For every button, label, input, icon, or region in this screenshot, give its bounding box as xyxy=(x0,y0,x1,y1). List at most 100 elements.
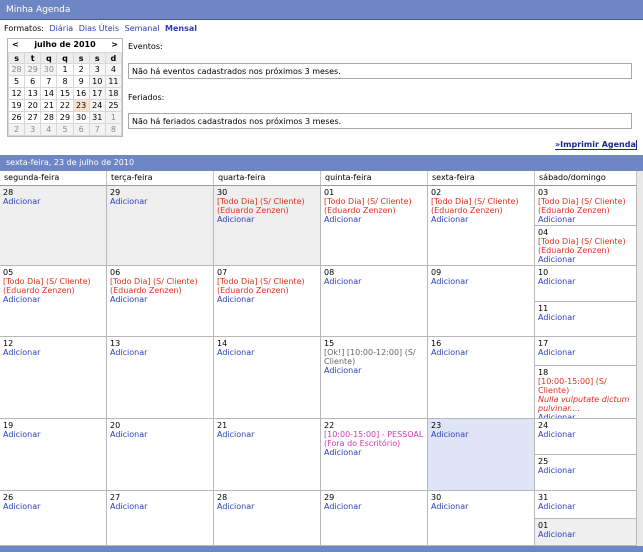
mini-day[interactable]: 7 xyxy=(40,75,58,88)
add-event-link[interactable]: Adicionar xyxy=(538,466,633,475)
mini-day[interactable]: 5 xyxy=(56,123,74,136)
add-event-link[interactable]: Adicionar xyxy=(110,430,210,439)
add-event-link[interactable]: Adicionar xyxy=(538,313,633,322)
add-event-link[interactable]: Adicionar xyxy=(3,197,103,206)
day-number: 30 xyxy=(431,493,442,502)
mini-day[interactable]: 14 xyxy=(40,87,58,100)
calendar-event[interactable]: [Todo Dia] (S/ Cliente) (Eduardo Zenzen) xyxy=(217,277,317,295)
mini-day[interactable]: 17 xyxy=(88,87,106,100)
mini-day[interactable]: 20 xyxy=(24,99,42,112)
calendar-event[interactable]: [Todo Dia] (S/ Cliente) (Eduardo Zenzen) xyxy=(3,277,103,295)
add-event-link[interactable]: Adicionar xyxy=(217,430,317,439)
print-agenda-link[interactable]: »Imprimir Agenda xyxy=(555,140,637,150)
mini-day[interactable]: 26 xyxy=(7,111,26,124)
add-event-link[interactable]: Adicionar xyxy=(324,448,424,457)
mini-day[interactable]: 7 xyxy=(88,123,106,136)
mini-day[interactable]: 2 xyxy=(72,63,90,76)
mini-day[interactable]: 1 xyxy=(56,63,74,76)
calendar-event[interactable]: [10:00-15:00] (S/ Cliente) xyxy=(538,377,607,395)
add-event-link[interactable]: Adicionar xyxy=(538,215,633,224)
mini-day[interactable]: 6 xyxy=(72,123,90,136)
add-event-link[interactable]: Adicionar xyxy=(431,215,531,224)
day-number: 10 xyxy=(538,268,549,277)
add-event-link[interactable]: Adicionar xyxy=(110,295,210,304)
add-event-link[interactable]: Adicionar xyxy=(538,430,633,439)
add-event-link[interactable]: Adicionar xyxy=(538,277,633,286)
mini-day[interactable]: 18 xyxy=(104,87,123,100)
mini-day[interactable]: 3 xyxy=(24,123,42,136)
add-event-link[interactable]: Adicionar xyxy=(110,502,210,511)
mini-day[interactable]: 6 xyxy=(24,75,42,88)
mini-day[interactable]: 16 xyxy=(72,87,90,100)
calendar-event[interactable]: [Todo Dia] (S/ Cliente) (Eduardo Zenzen) xyxy=(431,197,531,215)
formats-bar: Formatos: Diária Dias Úteis Semanal Mens… xyxy=(4,24,197,33)
calendar-event[interactable]: Nulla vulputate dictum pulvinar.... xyxy=(538,395,633,413)
add-event-link[interactable]: Adicionar xyxy=(110,197,210,206)
mini-day[interactable]: 28 xyxy=(7,63,26,76)
mini-day[interactable]: 21 xyxy=(40,99,58,112)
format-weekdays-link[interactable]: Dias Úteis xyxy=(79,24,119,33)
mini-day[interactable]: 8 xyxy=(56,75,74,88)
mini-day[interactable]: 22 xyxy=(56,99,74,112)
add-event-link[interactable]: Adicionar xyxy=(217,348,317,357)
format-monthly-link[interactable]: Mensal xyxy=(165,24,197,33)
prev-month-button[interactable]: < xyxy=(12,40,19,51)
add-event-link[interactable]: Adicionar xyxy=(217,295,317,304)
calendar-event[interactable]: [10:00-15:00] - PESSOAL (Fora do Escritó… xyxy=(324,430,424,448)
mini-day[interactable]: 10 xyxy=(88,75,106,88)
add-event-link[interactable]: Adicionar xyxy=(538,348,633,357)
add-event-link[interactable]: Adicionar xyxy=(324,277,424,286)
mini-day[interactable]: 12 xyxy=(7,87,26,100)
mini-day[interactable]: 9 xyxy=(72,75,90,88)
mini-day[interactable]: 4 xyxy=(104,63,123,76)
next-month-button[interactable]: > xyxy=(111,40,118,51)
add-event-link[interactable]: Adicionar xyxy=(431,502,531,511)
add-event-link[interactable]: Adicionar xyxy=(538,255,633,264)
add-event-link[interactable]: Adicionar xyxy=(538,530,633,539)
add-event-link[interactable]: Adicionar xyxy=(324,502,424,511)
add-event-link[interactable]: Adicionar xyxy=(324,215,424,224)
calendar-event[interactable]: [Todo Dia] (S/ Cliente) (Eduardo Zenzen) xyxy=(217,197,317,215)
mini-day[interactable]: 29 xyxy=(24,63,42,76)
add-event-link[interactable]: Adicionar xyxy=(3,502,103,511)
scrollbar[interactable] xyxy=(637,171,643,546)
add-event-link[interactable]: Adicionar xyxy=(217,502,317,511)
add-event-link[interactable]: Adicionar xyxy=(3,295,103,304)
add-event-link[interactable]: Adicionar xyxy=(217,215,317,224)
mini-day[interactable]: 11 xyxy=(104,75,123,88)
format-daily-link[interactable]: Diária xyxy=(50,24,74,33)
mini-day[interactable]: 31 xyxy=(88,111,106,124)
format-weekly-link[interactable]: Semanal xyxy=(125,24,160,33)
calendar-event[interactable]: [Todo Dia] (S/ Cliente) (Eduardo Zenzen) xyxy=(538,237,633,255)
mini-day[interactable]: 24 xyxy=(88,99,106,112)
calendar-event[interactable]: [Todo Dia] (S/ Cliente) (Eduardo Zenzen) xyxy=(324,197,424,215)
mini-day[interactable]: 19 xyxy=(7,99,26,112)
mini-day[interactable]: 4 xyxy=(40,123,58,136)
dow-label: s xyxy=(7,52,26,64)
add-event-link[interactable]: Adicionar xyxy=(431,348,531,357)
calendar-event[interactable]: [Ok!] [10:00-12:00] (S/ Cliente) xyxy=(324,348,424,366)
mini-day[interactable]: 8 xyxy=(104,123,123,136)
calendar-event[interactable]: [Todo Dia] (S/ Cliente) (Eduardo Zenzen) xyxy=(538,197,633,215)
mini-day[interactable]: 28 xyxy=(40,111,58,124)
mini-day[interactable]: 13 xyxy=(24,87,42,100)
mini-day-selected[interactable]: 23 xyxy=(72,99,90,112)
mini-day[interactable]: 3 xyxy=(88,63,106,76)
add-event-link[interactable]: Adicionar xyxy=(110,348,210,357)
add-event-link[interactable]: Adicionar xyxy=(431,277,531,286)
mini-day[interactable]: 2 xyxy=(7,123,26,136)
mini-day[interactable]: 25 xyxy=(104,99,123,112)
mini-day[interactable]: 27 xyxy=(24,111,42,124)
mini-day[interactable]: 30 xyxy=(72,111,90,124)
mini-day[interactable]: 15 xyxy=(56,87,74,100)
add-event-link[interactable]: Adicionar xyxy=(538,502,633,511)
calendar-event[interactable]: [Todo Dia] (S/ Cliente) (Eduardo Zenzen) xyxy=(110,277,210,295)
add-event-link[interactable]: Adicionar xyxy=(324,366,424,375)
add-event-link[interactable]: Adicionar xyxy=(431,430,531,439)
mini-day[interactable]: 30 xyxy=(40,63,58,76)
mini-day[interactable]: 1 xyxy=(104,111,123,124)
add-event-link[interactable]: Adicionar xyxy=(3,348,103,357)
mini-day[interactable]: 29 xyxy=(56,111,74,124)
add-event-link[interactable]: Adicionar xyxy=(3,430,103,439)
mini-day[interactable]: 5 xyxy=(7,75,26,88)
